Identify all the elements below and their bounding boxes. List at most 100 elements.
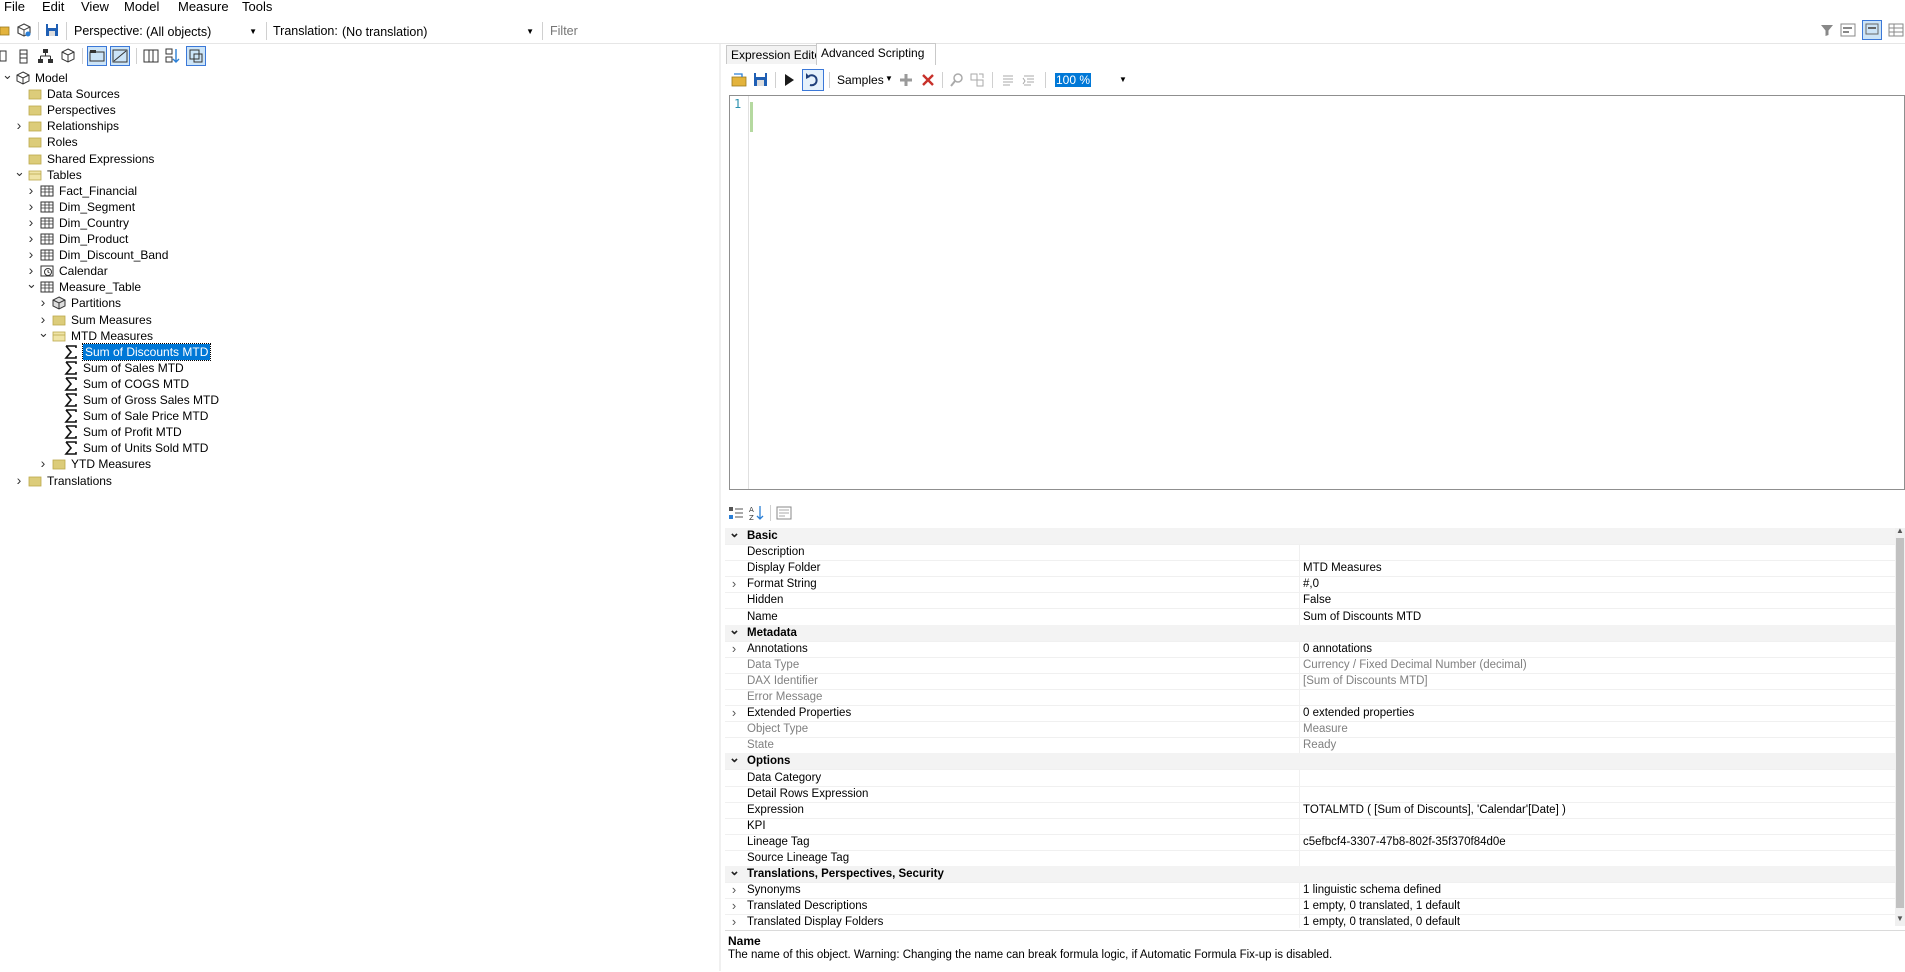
property-value[interactable]: c5efbcf4-3307-47b8-802f-35f370f84d0e xyxy=(1303,834,1506,850)
property-row[interactable]: › Translated Descriptions 1 empty, 0 trans… xyxy=(725,898,1895,916)
property-value[interactable]: MTD Measures xyxy=(1303,560,1382,576)
property-pages-icon[interactable] xyxy=(775,504,793,522)
property-row[interactable]: Description xyxy=(725,544,1895,562)
chevron-down-icon[interactable]: ⌄ xyxy=(729,864,740,877)
tree-item[interactable]: Sum of Profit MTD xyxy=(0,424,716,440)
tree-item[interactable]: › YTD Measures xyxy=(0,456,716,472)
property-category[interactable]: ⌄ Basic xyxy=(725,528,1895,545)
sort-alpha-icon[interactable]: AZ xyxy=(748,504,766,522)
tree-btn-hidden[interactable] xyxy=(110,46,130,66)
scrollbar-thumb[interactable] xyxy=(1896,538,1904,908)
tree-item[interactable]: ⌄ Tables xyxy=(0,165,716,183)
chevron-down-icon[interactable]: ⌄ xyxy=(14,165,25,183)
tree-item[interactable]: › Partitions xyxy=(0,295,716,311)
tree-item[interactable]: › Calendar xyxy=(0,263,716,279)
tree-item[interactable]: › Dim_Country xyxy=(0,214,716,231)
tree-btn-hierarchy[interactable] xyxy=(35,46,55,66)
property-value[interactable]: 0 annotations xyxy=(1303,641,1372,657)
tree-item[interactable]: Perspectives xyxy=(0,102,716,118)
chevron-down-icon[interactable]: ⌄ xyxy=(26,277,37,295)
connect-model-icon[interactable] xyxy=(16,22,32,38)
property-row[interactable]: Display Folder MTD Measures xyxy=(725,560,1895,578)
comment-icon[interactable] xyxy=(1000,72,1016,88)
chevron-right-icon[interactable]: › xyxy=(729,882,739,898)
property-grid-scrollbar[interactable]: ▲ ▼ xyxy=(1895,526,1905,926)
perspective-dropdown[interactable]: (All objects) ▼ xyxy=(140,21,262,43)
property-row[interactable]: › Translated Display Folders 1 empty, 0 tr… xyxy=(725,914,1895,928)
property-row[interactable]: › Format String #,0 xyxy=(725,576,1895,594)
run-script-icon[interactable] xyxy=(780,71,798,89)
tree-item[interactable]: ⌄ Model xyxy=(0,68,716,86)
tree-btn-columns-view[interactable] xyxy=(141,46,161,66)
chevron-right-icon[interactable]: › xyxy=(26,182,36,199)
property-value[interactable]: 1 empty, 0 translated, 1 default xyxy=(1303,898,1460,914)
chevron-down-icon[interactable]: ⌄ xyxy=(38,326,49,344)
samples-dropdown[interactable]: Samples xyxy=(837,73,884,87)
categorized-icon[interactable] xyxy=(727,504,745,522)
find-icon[interactable] xyxy=(949,72,965,88)
menu-tools[interactable]: Tools xyxy=(242,0,272,16)
tree-item[interactable]: › Sum Measures xyxy=(0,311,716,328)
property-value[interactable]: #,0 xyxy=(1303,576,1319,592)
tree-item[interactable]: Sum of Sale Price MTD xyxy=(0,408,716,424)
view-list-icon[interactable] xyxy=(1840,23,1856,37)
property-value[interactable]: Sum of Discounts MTD xyxy=(1303,609,1421,625)
tab-advanced-scripting[interactable]: Advanced Scripting xyxy=(816,43,936,65)
tree-item[interactable]: › Dim_Discount_Band xyxy=(0,247,716,263)
menu-view[interactable]: View xyxy=(81,0,109,16)
panel-splitter[interactable] xyxy=(719,44,721,971)
tree-item[interactable]: ⌄ Measure_Table xyxy=(0,277,716,295)
property-value[interactable]: False xyxy=(1303,592,1331,608)
property-row[interactable]: Object Type Measure xyxy=(725,721,1895,739)
tree-item[interactable]: Sum of Sales MTD xyxy=(0,360,716,376)
menu-file[interactable]: File xyxy=(4,0,25,16)
zoom-dropdown[interactable]: 100 % ▼ xyxy=(1055,72,1127,88)
property-row[interactable]: Detail Rows Expression xyxy=(725,785,1895,803)
tree-item[interactable]: Sum of COGS MTD xyxy=(0,376,716,392)
chevron-right-icon[interactable]: › xyxy=(14,472,24,489)
tree-item[interactable]: › Fact_Financial xyxy=(0,182,716,199)
property-row[interactable]: DAX Identifier [Sum of Discounts MTD] xyxy=(725,672,1895,690)
property-row[interactable]: KPI xyxy=(725,817,1895,835)
undo-button[interactable] xyxy=(802,69,824,91)
property-row[interactable]: Hidden False xyxy=(725,592,1895,610)
property-category[interactable]: ⌄ Translations, Perspectives, Security xyxy=(725,864,1895,884)
property-row[interactable]: Source Lineage Tag xyxy=(725,850,1895,867)
property-row[interactable]: Expression TOTALMTD ( [Sum of Discounts],… xyxy=(725,801,1895,819)
tree-btn-perspective-filter[interactable] xyxy=(186,46,206,66)
tree-item[interactable]: Roles xyxy=(0,134,716,150)
tree-btn-partitions[interactable] xyxy=(58,46,78,66)
property-row[interactable]: Data Category xyxy=(725,769,1895,787)
property-row[interactable]: › Synonyms 1 linguistic schema defined xyxy=(725,882,1895,900)
filter-icon[interactable] xyxy=(1820,23,1834,37)
property-row[interactable]: State Ready xyxy=(725,737,1895,755)
property-row[interactable]: › Annotations 0 annotations xyxy=(725,640,1895,658)
chevron-right-icon[interactable]: › xyxy=(26,198,36,215)
delete-icon[interactable] xyxy=(920,72,936,88)
chevron-right-icon[interactable]: › xyxy=(38,456,48,472)
tree-item[interactable]: › Relationships xyxy=(0,118,716,134)
chevron-down-icon[interactable]: ⌄ xyxy=(729,528,740,539)
tree-item[interactable]: ⌄ MTD Measures xyxy=(0,326,716,344)
property-row[interactable]: Error Message xyxy=(725,689,1895,706)
menu-edit[interactable]: Edit xyxy=(42,0,64,16)
scroll-down-icon[interactable]: ▼ xyxy=(1896,914,1904,923)
open-script-icon[interactable] xyxy=(730,71,748,89)
chevron-right-icon[interactable]: › xyxy=(729,898,739,914)
tree-item[interactable]: Sum of Discounts MTD xyxy=(0,342,716,361)
tree-item[interactable]: Data Sources xyxy=(0,86,716,102)
view-grid-icon[interactable] xyxy=(1888,23,1904,37)
chevron-down-icon[interactable]: ⌄ xyxy=(2,68,13,86)
chevron-right-icon[interactable]: › xyxy=(26,214,36,231)
menu-measure[interactable]: Measure xyxy=(178,0,229,16)
tree-btn-display-folders[interactable] xyxy=(87,46,107,66)
property-row[interactable]: Lineage Tag c5efbcf4-3307-47b8-802f-35f37… xyxy=(725,833,1895,851)
tree-btn-columns[interactable] xyxy=(13,46,33,66)
chevron-right-icon[interactable]: › xyxy=(26,247,36,263)
property-value[interactable]: TOTALMTD ( [Sum of Discounts], 'Calendar… xyxy=(1303,802,1566,818)
tree-item[interactable]: › Dim_Segment xyxy=(0,198,716,215)
property-value[interactable]: 1 empty, 0 translated, 0 default xyxy=(1303,914,1460,928)
chevron-right-icon[interactable]: › xyxy=(14,118,24,134)
uncomment-icon[interactable] xyxy=(1021,72,1037,88)
open-folder-icon[interactable] xyxy=(0,22,10,38)
